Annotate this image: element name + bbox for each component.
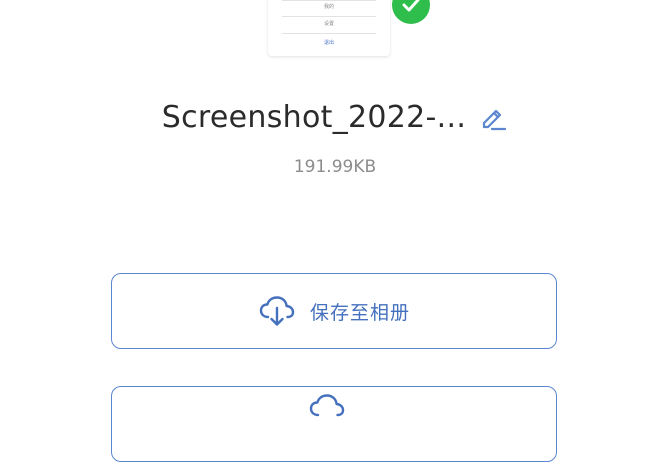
thumbnail-text: 退出	[323, 40, 334, 46]
check-icon	[392, 0, 430, 24]
secondary-action-button[interactable]	[111, 386, 557, 462]
thumbnail-divider	[282, 33, 376, 34]
thumbnail-divider	[282, 16, 376, 17]
save-to-album-button[interactable]: 保存至相册	[111, 273, 557, 349]
cloud-download-icon	[258, 292, 296, 330]
save-to-album-label: 保存至相册	[309, 301, 410, 324]
file-size: 191.99KB	[293, 157, 377, 177]
thumbnail-text: 设置	[323, 21, 334, 27]
thumbnail-text: 我的	[323, 4, 334, 10]
edit-icon[interactable]	[478, 102, 508, 132]
filename-row: Screenshot_2022-...	[0, 94, 670, 140]
cloud-icon	[308, 390, 346, 428]
image-thumbnail[interactable]: 我的 设置 退出	[268, 0, 390, 56]
thumbnail-divider	[282, 0, 376, 1]
file-name: Screenshot_2022-...	[161, 99, 467, 135]
